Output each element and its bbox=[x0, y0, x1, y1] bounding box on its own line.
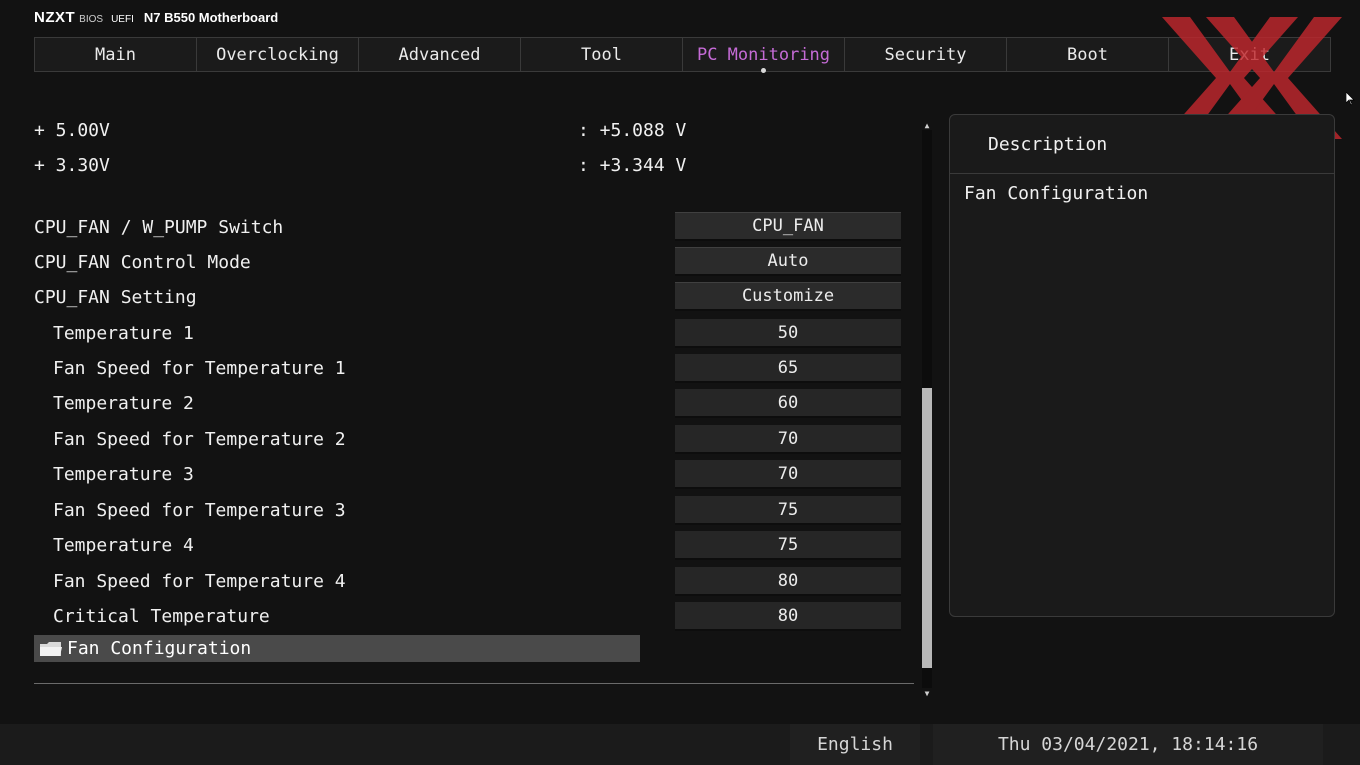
setting-label-temperature-3: Temperature 3 bbox=[53, 463, 194, 485]
bios-label: BIOS bbox=[79, 14, 104, 25]
fan-speed-4-field[interactable]: 80 bbox=[675, 567, 901, 596]
bios-brand: NZXT BIOS UEFI N7 B550 Motherboard bbox=[34, 9, 278, 29]
setting-label-temperature-4: Temperature 4 bbox=[53, 534, 194, 556]
description-title: Description bbox=[950, 115, 1334, 174]
uefi-label: UEFI bbox=[111, 14, 134, 25]
setting-label-temperature-2: Temperature 2 bbox=[53, 392, 194, 414]
folder-icon bbox=[40, 641, 62, 656]
setting-label-temperature-1: Temperature 1 bbox=[53, 322, 194, 344]
tab-overclocking[interactable]: Overclocking bbox=[197, 38, 359, 71]
fan-speed-1-field[interactable]: 65 bbox=[675, 354, 901, 383]
description-text: Fan Configuration bbox=[964, 183, 1149, 204]
setting-label-fan-speed-4: Fan Speed for Temperature 4 bbox=[53, 570, 346, 592]
voltage-value-3v3: : +3.344 V bbox=[578, 154, 687, 176]
fan-configuration-menu-item[interactable]: Fan Configuration bbox=[34, 635, 640, 662]
critical-temperature-field[interactable]: 80 bbox=[675, 602, 901, 631]
setting-label-fan-speed-1: Fan Speed for Temperature 1 bbox=[53, 357, 346, 379]
settings-scrollbar[interactable]: ▲ ▼ bbox=[920, 120, 934, 698]
temperature-4-field[interactable]: 75 bbox=[675, 531, 901, 560]
tab-exit[interactable]: Exit bbox=[1169, 38, 1330, 71]
tab-main[interactable]: Main bbox=[35, 38, 197, 71]
scroll-down-arrow-icon[interactable]: ▼ bbox=[920, 688, 934, 698]
setting-label-control-mode: CPU_FAN Control Mode bbox=[34, 251, 251, 273]
fan-speed-3-field[interactable]: 75 bbox=[675, 496, 901, 525]
scroll-up-arrow-icon[interactable]: ▲ bbox=[920, 120, 934, 130]
description-panel: Description Fan Configuration bbox=[949, 114, 1335, 617]
fan-speed-2-field[interactable]: 70 bbox=[675, 425, 901, 454]
setting-label-fan-switch: CPU_FAN / W_PUMP Switch bbox=[34, 216, 284, 238]
voltage-label-5v: + 5.00V bbox=[34, 119, 110, 141]
tab-advanced[interactable]: Advanced bbox=[359, 38, 521, 71]
nzxt-logo: NZXT bbox=[34, 9, 76, 26]
scrollbar-thumb[interactable] bbox=[922, 388, 932, 668]
fan-setting-selector[interactable]: Customize bbox=[675, 282, 901, 311]
setting-label-fan-speed-3: Fan Speed for Temperature 3 bbox=[53, 499, 346, 521]
settings-panel: + 5.00V : +5.088 V + 3.30V : +3.344 V CP… bbox=[34, 112, 914, 684]
control-mode-selector[interactable]: Auto bbox=[675, 247, 901, 276]
setting-label-fan-setting: CPU_FAN Setting bbox=[34, 286, 197, 308]
tab-boot[interactable]: Boot bbox=[1007, 38, 1169, 71]
temperature-3-field[interactable]: 70 bbox=[675, 460, 901, 489]
voltage-label-3v3: + 3.30V bbox=[34, 154, 110, 176]
main-tab-bar: Main Overclocking Advanced Tool PC Monit… bbox=[34, 37, 1331, 73]
divider bbox=[34, 683, 914, 684]
tab-security[interactable]: Security bbox=[845, 38, 1007, 71]
tab-tool[interactable]: Tool bbox=[521, 38, 683, 71]
status-bar: English Thu 03/04/2021, 18:14:16 bbox=[0, 724, 1360, 765]
fan-switch-selector[interactable]: CPU_FAN bbox=[675, 212, 901, 241]
language-selector[interactable]: English bbox=[790, 724, 920, 765]
fan-configuration-label: Fan Configuration bbox=[67, 638, 252, 659]
setting-label-fan-speed-2: Fan Speed for Temperature 2 bbox=[53, 428, 346, 450]
board-name: N7 B550 Motherboard bbox=[143, 10, 279, 25]
tab-pc-monitoring[interactable]: PC Monitoring bbox=[683, 38, 845, 73]
temperature-2-field[interactable]: 60 bbox=[675, 389, 901, 418]
temperature-1-field[interactable]: 50 bbox=[675, 319, 901, 348]
mouse-cursor-icon bbox=[1346, 92, 1355, 106]
datetime-display: Thu 03/04/2021, 18:14:16 bbox=[933, 724, 1323, 765]
setting-label-critical-temperature: Critical Temperature bbox=[53, 605, 270, 627]
voltage-value-5v: : +5.088 V bbox=[578, 119, 687, 141]
